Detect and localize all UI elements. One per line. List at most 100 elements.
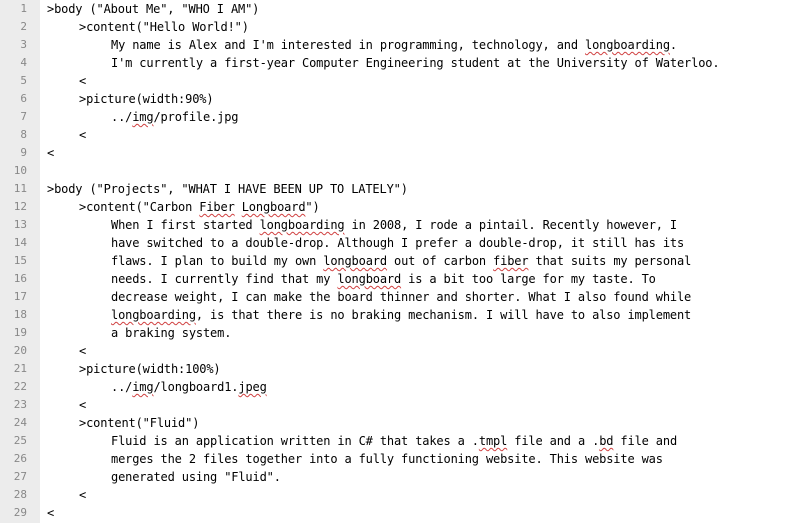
code-token: that suits my personal	[528, 254, 692, 268]
spellcheck-flagged-word: longboard	[323, 254, 387, 268]
code-line[interactable]: 14 have switched to a double-drop. Althou…	[0, 234, 802, 252]
code-token: , is that there is no braking mechanism.…	[195, 308, 692, 322]
code-text: ../img/longboard1.jpeg	[111, 378, 267, 396]
code-line[interactable]: 12 >content("Carbon Fiber Longboard")	[0, 198, 802, 216]
code-line[interactable]: 10	[0, 162, 802, 180]
line-number: 12	[13, 200, 27, 213]
code-line[interactable]: 25 Fluid is an application written in C# …	[0, 432, 802, 450]
code-line[interactable]: 6 >picture(width:90%)	[0, 90, 802, 108]
spellcheck-flagged-word: longboarding	[259, 218, 345, 232]
code-line[interactable]: 26 merges the 2 files together into a ful…	[0, 450, 802, 468]
spellcheck-flagged-word: img	[132, 110, 154, 124]
line-number: 8	[20, 128, 27, 141]
code-token: >picture(width:90%)	[79, 92, 214, 106]
line-number: 15	[13, 254, 27, 267]
line-number: 10	[13, 164, 27, 177]
code-text: <	[47, 144, 54, 162]
code-line[interactable]: 9 <	[0, 144, 802, 162]
code-line[interactable]: 15 flaws. I plan to build my own longboar…	[0, 252, 802, 270]
code-text: When I first started longboarding in 200…	[111, 216, 677, 234]
code-text: My name is Alex and I'm interested in pr…	[111, 36, 677, 54]
line-number: 2	[20, 20, 27, 33]
code-token: My name is Alex and I'm interested in pr…	[111, 38, 585, 52]
line-number: 13	[13, 218, 27, 231]
code-text: >picture(width:100%)	[79, 360, 221, 378]
line-number: 16	[13, 272, 27, 285]
code-token: merges the 2 files together into a fully…	[111, 452, 663, 466]
spellcheck-flagged-word: tmpl	[478, 434, 508, 448]
line-number: 5	[20, 74, 27, 87]
spellcheck-flagged-word: Fiber	[199, 200, 235, 214]
line-number: 27	[13, 470, 27, 483]
code-text: <	[79, 396, 86, 414]
code-text: Fluid is an application written in C# th…	[111, 432, 677, 450]
code-text: >body ("About Me", "WHO I AM")	[47, 0, 259, 18]
code-text: <	[79, 72, 86, 90]
code-line[interactable]: 5 <	[0, 72, 802, 90]
code-token: .	[669, 38, 677, 52]
code-token: ")	[305, 200, 320, 214]
code-line[interactable]: 29 <	[0, 504, 802, 522]
code-token: out of carbon	[386, 254, 494, 268]
code-token: file and	[613, 434, 678, 448]
code-text: <	[79, 342, 86, 360]
spellcheck-flagged-word: longboarding	[585, 38, 670, 52]
code-token: /profile.jpg	[153, 110, 239, 124]
line-number: 18	[13, 308, 27, 321]
code-line[interactable]: 28 <	[0, 486, 802, 504]
code-line[interactable]: 7 ../img/profile.jpg	[0, 108, 802, 126]
code-line[interactable]: 8 <	[0, 126, 802, 144]
code-text: longboarding, is that there is no brakin…	[111, 306, 691, 324]
code-line[interactable]: 17 decrease weight, I can make the board …	[0, 288, 802, 306]
code-text: <	[47, 504, 54, 522]
code-token: a braking system.	[111, 326, 232, 340]
code-token: Fluid is an application written in C# th…	[111, 434, 479, 448]
spellcheck-flagged-word: bd	[599, 434, 614, 448]
line-number: 19	[13, 326, 27, 339]
code-token: I'm currently a first-year Computer Engi…	[111, 56, 720, 70]
code-text: >content("Fluid")	[79, 414, 199, 432]
code-token: flaws. I plan to build my own	[111, 254, 324, 268]
spellcheck-flagged-word: longboarding	[111, 308, 196, 322]
code-line[interactable]: 2 >content("Hello World!")	[0, 18, 802, 36]
code-token: ../	[111, 380, 133, 394]
code-text: <	[79, 486, 86, 504]
code-line[interactable]: 27 generated using "Fluid".	[0, 468, 802, 486]
code-token: ../	[111, 110, 133, 124]
code-token: file and a .	[507, 434, 600, 448]
code-text: merges the 2 files together into a fully…	[111, 450, 663, 468]
code-text: I'm currently a first-year Computer Engi…	[111, 54, 720, 72]
code-line[interactable]: 22 ../img/longboard1.jpeg	[0, 378, 802, 396]
line-number: 28	[13, 488, 27, 501]
line-number: 14	[13, 236, 27, 249]
code-line[interactable]: 3 My name is Alex and I'm interested in p…	[0, 36, 802, 54]
code-line[interactable]: 11 >body ("Projects", "WHAT I HAVE BEEN U…	[0, 180, 802, 198]
code-token: <	[79, 488, 87, 502]
code-line[interactable]: 20 <	[0, 342, 802, 360]
line-number: 29	[13, 506, 27, 519]
code-editor[interactable]: 1 >body ("About Me", "WHO I AM") 2 >content…	[0, 0, 802, 523]
code-line[interactable]: 24 >content("Fluid")	[0, 414, 802, 432]
code-line[interactable]: 19 a braking system.	[0, 324, 802, 342]
line-number: 25	[13, 434, 27, 447]
code-token: >content("Hello World!")	[79, 20, 249, 34]
code-line[interactable]: 18 longboarding, is that there is no brak…	[0, 306, 802, 324]
line-number: 3	[20, 38, 27, 51]
code-text: a braking system.	[111, 324, 231, 342]
code-token: <	[47, 146, 55, 160]
code-token: <	[79, 398, 87, 412]
line-number: 4	[20, 56, 27, 69]
code-text: >picture(width:90%)	[79, 90, 214, 108]
code-line[interactable]: 4 I'm currently a first-year Computer Eng…	[0, 54, 802, 72]
code-line[interactable]: 21 >picture(width:100%)	[0, 360, 802, 378]
code-line[interactable]: 16 needs. I currently find that my longbo…	[0, 270, 802, 288]
line-number: 22	[13, 380, 27, 393]
code-token: <	[79, 74, 87, 88]
code-line[interactable]: 1 >body ("About Me", "WHO I AM")	[0, 0, 802, 18]
line-number: 20	[13, 344, 27, 357]
code-line[interactable]: 23 <	[0, 396, 802, 414]
line-number: 24	[13, 416, 27, 429]
spellcheck-flagged-word: jpeg	[238, 380, 267, 394]
code-line[interactable]: 13 When I first started longboarding in 2…	[0, 216, 802, 234]
